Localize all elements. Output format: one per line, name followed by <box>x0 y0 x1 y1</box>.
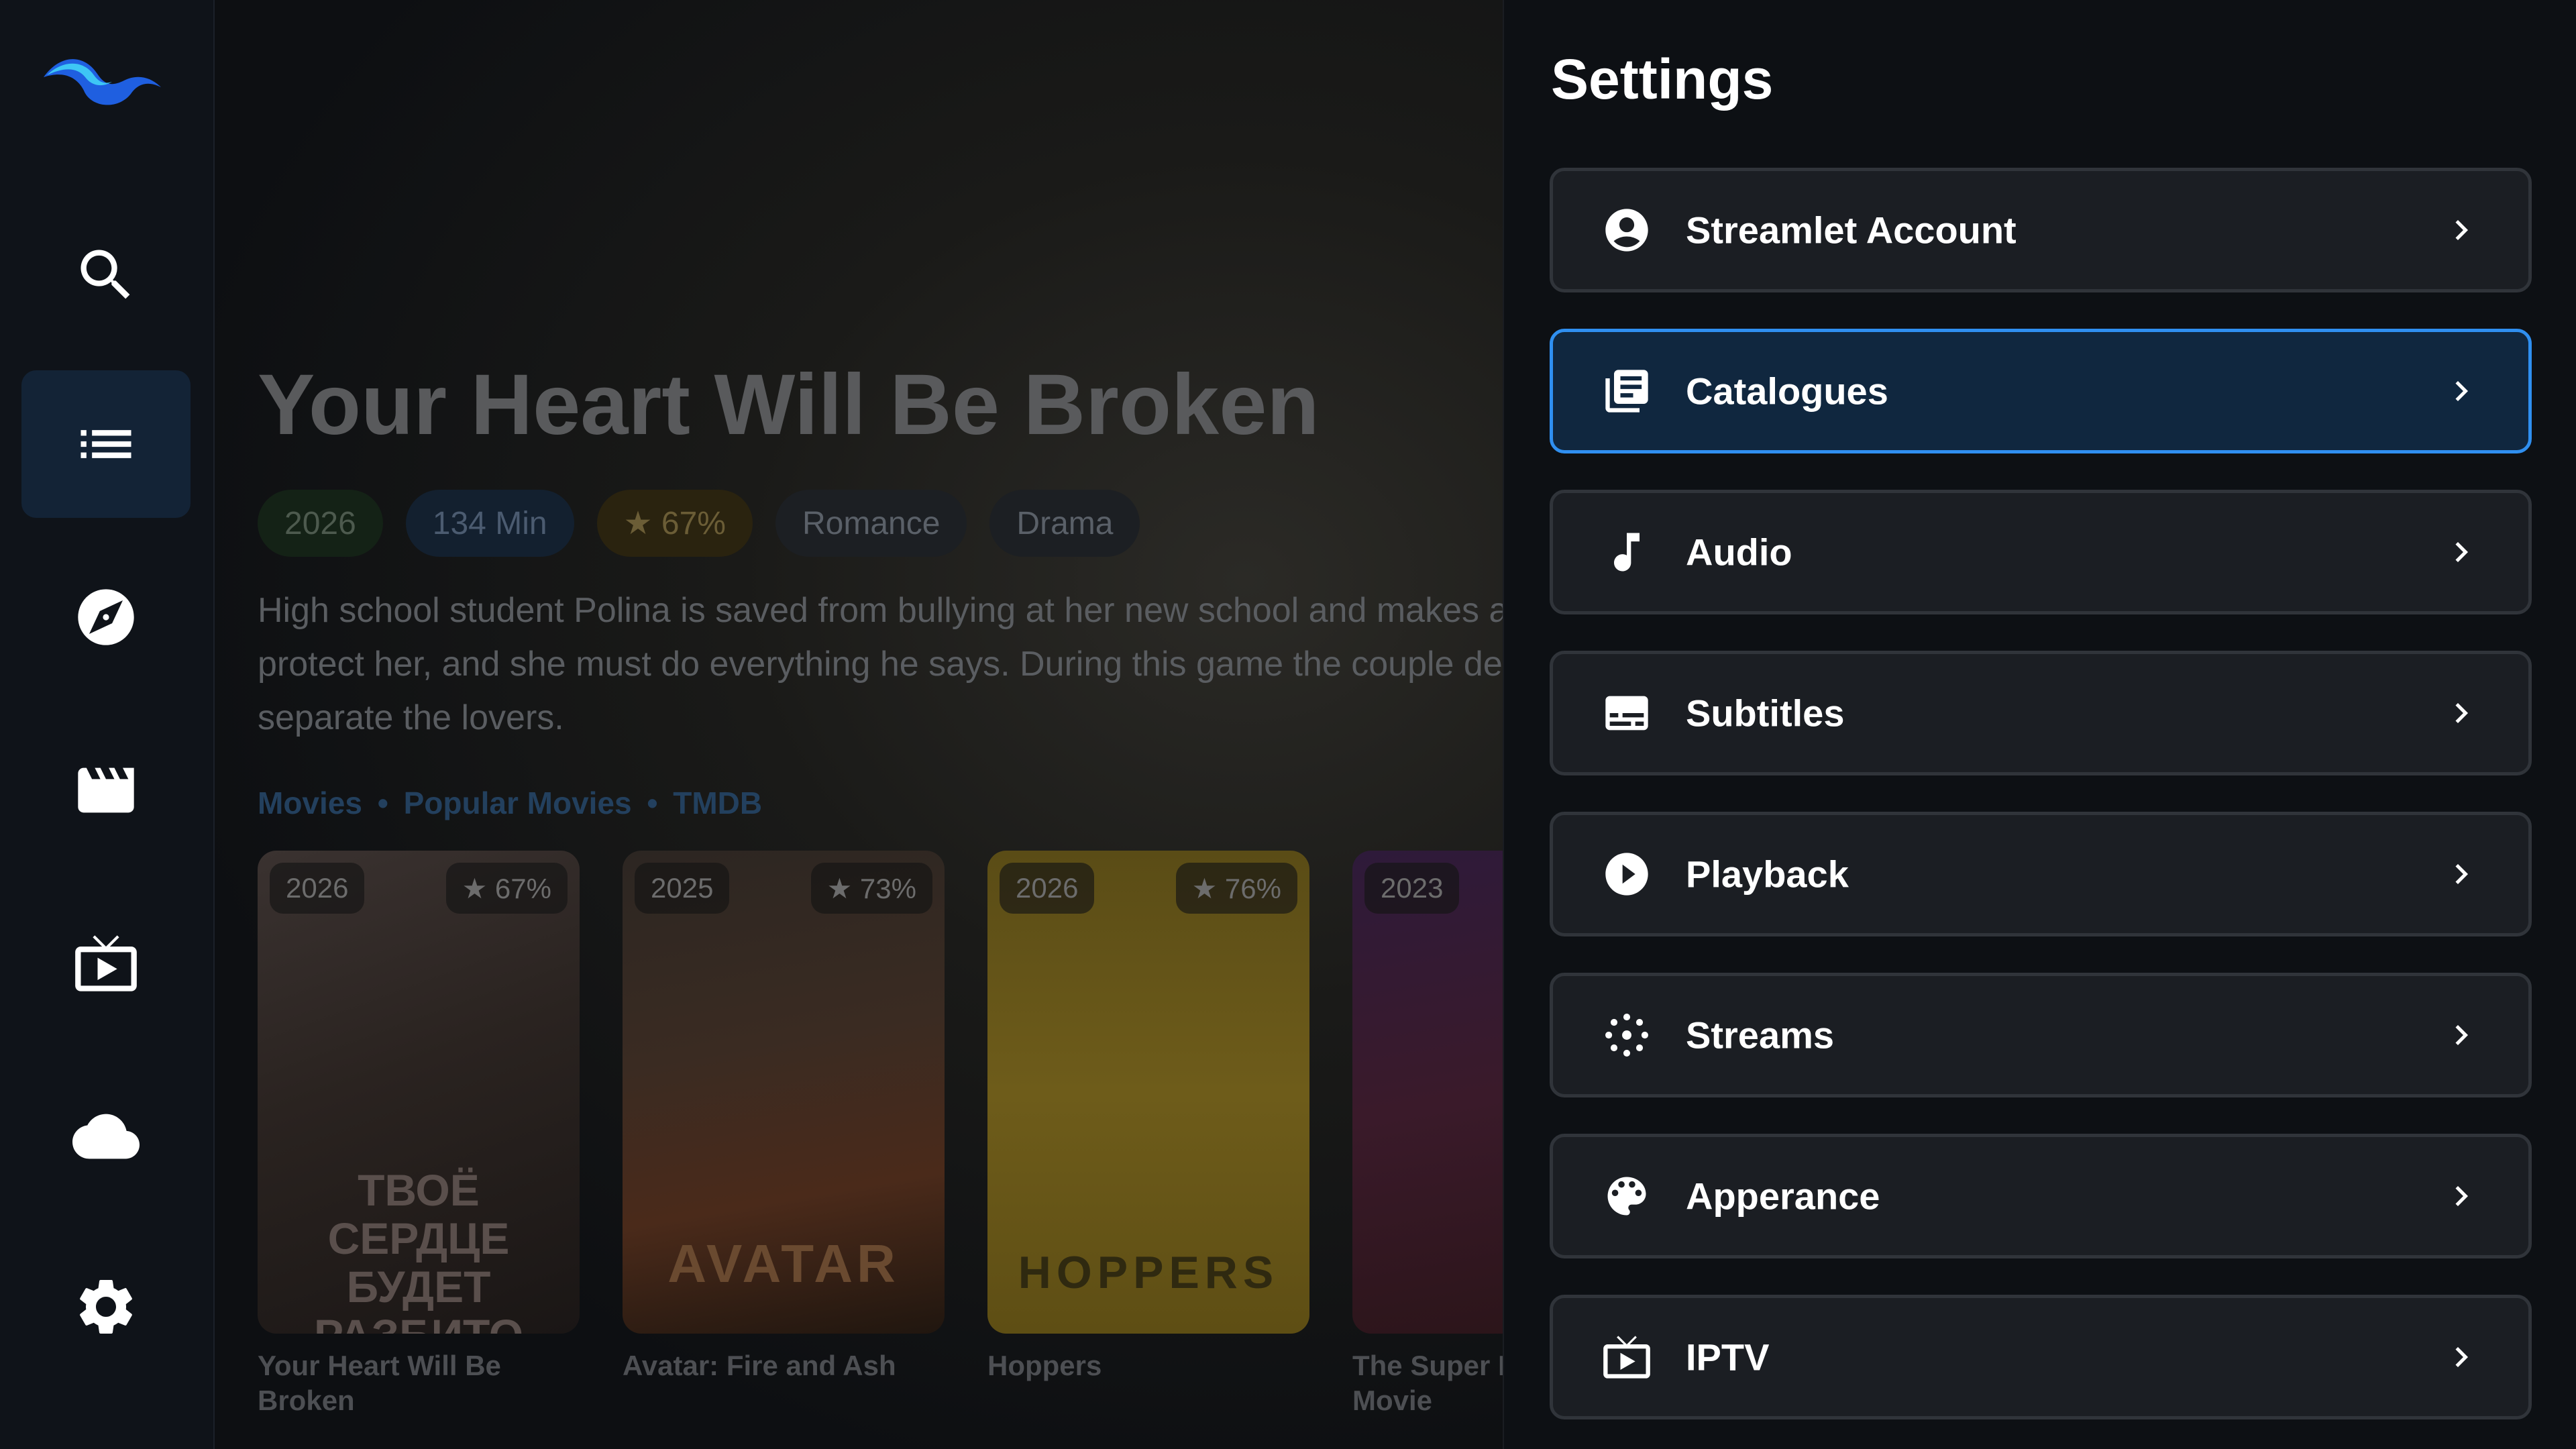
chevron-right-icon <box>2455 864 2468 884</box>
settings-item-playback[interactable]: Playback <box>1550 812 2532 936</box>
poster-title: Hoppers <box>987 1350 1102 1381</box>
settings-item-label: Apperance <box>1686 1175 1880 1218</box>
music-note-icon <box>1614 533 1640 572</box>
chevron-right-icon <box>2455 703 2468 723</box>
year-badge: 2026 <box>1000 863 1095 914</box>
settings-item-appearance[interactable]: Apperance <box>1550 1134 2532 1258</box>
sidebar-item-settings[interactable] <box>21 1233 191 1381</box>
clapperboard-icon <box>78 767 134 813</box>
settings-item-account[interactable]: Streamlet Account <box>1550 168 2532 292</box>
tv-icon <box>75 935 137 991</box>
breadcrumb-separator: • <box>377 786 388 820</box>
settings-item-subtitles[interactable]: Subtitles <box>1550 651 2532 775</box>
breadcrumb-item[interactable]: Movies <box>258 786 362 820</box>
gear-icon <box>80 1280 132 1334</box>
settings-item-streams[interactable]: Streams <box>1550 973 2532 1097</box>
settings-item-label: Audio <box>1686 531 1792 574</box>
list-icon <box>80 430 131 458</box>
settings-item-label: Catalogues <box>1686 370 1888 413</box>
year-badge: 2023 <box>1364 863 1460 914</box>
sidebar-item-cloud[interactable] <box>21 1063 191 1210</box>
chevron-right-icon <box>2455 220 2468 240</box>
year-badge: 2025 <box>635 863 730 914</box>
settings-item-label: Streamlet Account <box>1686 209 2017 252</box>
rating-chip: ★ 67% <box>596 490 753 557</box>
settings-panel: Settings Streamlet Account Catalogues Au… <box>1503 0 2576 1449</box>
palette-icon <box>1607 1177 1646 1216</box>
breadcrumb-separator: • <box>647 786 658 820</box>
settings-item-label: Playback <box>1686 853 1849 896</box>
chevron-right-icon <box>2455 1025 2468 1045</box>
poster-art-text: ТВОЁ СЕРДЦЕ БУДЕТ РАЗБИТО <box>314 1165 523 1334</box>
settings-item-label: Subtitles <box>1686 692 1845 735</box>
year-badge: 2026 <box>270 863 365 914</box>
cloud-icon <box>72 1114 140 1159</box>
poster-art-text: AVATAR <box>667 1234 900 1293</box>
subtitles-icon <box>1605 696 1648 731</box>
chevron-right-icon <box>2455 1347 2468 1367</box>
hero-chips: 2026 134 Min ★ 67% Romance Drama <box>258 490 1140 557</box>
settings-item-label: IPTV <box>1686 1336 1770 1379</box>
poster-art-text: HOPPERS <box>1018 1247 1279 1298</box>
rating-badge: ★ 73% <box>810 863 932 914</box>
poster-card[interactable]: 2026 ★ 67% ТВОЁ СЕРДЦЕ БУДЕТ РАЗБИТО <box>258 851 580 1334</box>
settings-item-audio[interactable]: Audio <box>1550 490 2532 614</box>
sidebar-item-search[interactable] <box>21 201 191 349</box>
sidebar-item-discover[interactable] <box>21 543 191 691</box>
settings-item-iptv[interactable]: IPTV <box>1550 1295 2532 1419</box>
settings-item-catalogues[interactable]: Catalogues <box>1550 329 2532 453</box>
hero-description: High school student Polina is saved from… <box>258 591 1503 737</box>
poster-card[interactable]: 2026 ★ 76% HOPPERS <box>987 851 1309 1334</box>
account-circle-icon <box>1605 209 1648 252</box>
breadcrumb-item[interactable]: TMDB <box>673 786 762 820</box>
sidebar <box>0 0 215 1449</box>
main-content: Your Heart Will Be Broken 2026 134 Min ★… <box>215 0 1503 1449</box>
breadcrumb: Movies • Popular Movies • TMDB <box>258 785 769 821</box>
poster-title: Avatar: Fire and Ash <box>623 1350 896 1381</box>
genre-chip: Drama <box>989 490 1140 557</box>
sidebar-item-movies[interactable] <box>21 716 191 864</box>
search-icon <box>80 250 130 299</box>
settings-item-label: Streams <box>1686 1014 1835 1057</box>
poster-card[interactable]: 2025 ★ 73% AVATAR <box>623 851 945 1334</box>
poster-card[interactable]: 2023 <box>1352 851 1503 1334</box>
play-circle-icon <box>1605 853 1648 896</box>
chevron-right-icon <box>2455 542 2468 562</box>
settings-title: Settings <box>1551 48 1774 111</box>
rating-badge: ★ 67% <box>445 863 568 914</box>
breadcrumb-item[interactable]: Popular Movies <box>404 786 632 820</box>
rating-badge: ★ 76% <box>1175 863 1297 914</box>
poster-title: The Super Mario B Movie <box>1352 1350 1503 1416</box>
tv-icon <box>1603 1336 1650 1379</box>
year-chip: 2026 <box>258 490 383 557</box>
sidebar-item-catalog[interactable] <box>21 370 191 518</box>
logo-icon <box>44 59 161 105</box>
duration-chip: 134 Min <box>405 490 574 557</box>
sidebar-item-live-tv[interactable] <box>21 890 191 1037</box>
library-icon <box>1605 370 1648 413</box>
compass-icon <box>78 589 134 645</box>
chevron-right-icon <box>2455 1186 2468 1206</box>
poster-title: Your Heart Will Be Broken <box>258 1350 501 1416</box>
hero-title: Your Heart Will Be Broken <box>258 357 1320 453</box>
streams-icon <box>1605 1014 1648 1057</box>
chevron-right-icon <box>2455 381 2468 401</box>
genre-chip: Romance <box>775 490 967 557</box>
